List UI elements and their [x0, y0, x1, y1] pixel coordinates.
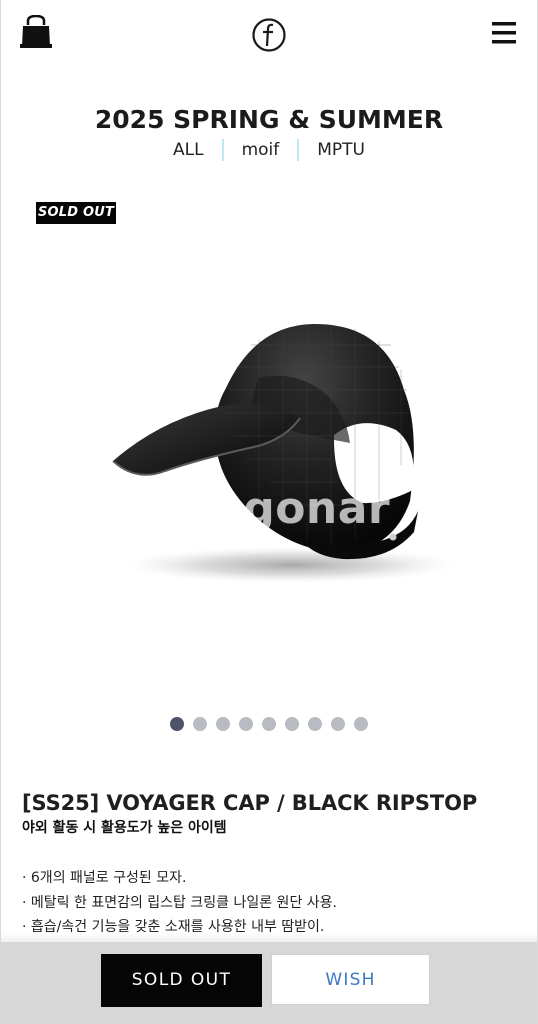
- feature-item-panels: · 6개의 패널로 구성된 모자.: [22, 870, 187, 886]
- cap-shadow: [126, 547, 456, 583]
- image-watermark: agonar: [213, 483, 390, 534]
- tab-mptu[interactable]: MPTU: [299, 136, 383, 164]
- carousel-dot[interactable]: [262, 717, 276, 731]
- shopping-bag-icon: [20, 14, 52, 48]
- sold-out-button[interactable]: SOLD OUT: [101, 954, 262, 1007]
- wish-button[interactable]: WISH: [271, 954, 430, 1005]
- carousel-dot[interactable]: [239, 717, 253, 731]
- hamburger-menu-icon: [492, 22, 516, 44]
- carousel-dot[interactable]: [354, 717, 368, 731]
- product-feature-list: · 6개의 패널로 구성된 모자. · 메탈릭 한 표면감의 립스탑 크링클 나…: [22, 866, 522, 940]
- product-title: [SS25] VOYAGER CAP / BLACK RIPSTOP: [22, 791, 478, 816]
- product-image-black-cap[interactable]: agonar: [81, 285, 481, 615]
- shopping-bag-button[interactable]: [19, 14, 53, 51]
- carousel-dot[interactable]: [216, 717, 230, 731]
- carousel-dot[interactable]: [308, 717, 322, 731]
- collection-title: 2025 SPRING & SUMMER: [94, 104, 444, 134]
- feature-item-fabric: · 메탈릭 한 표면감의 립스탑 크링클 나일론 원단 사용.: [22, 894, 337, 911]
- hamburger-menu-button[interactable]: [491, 21, 517, 45]
- sold-out-badge: SOLD OUT: [36, 202, 116, 224]
- carousel-dot[interactable]: [285, 717, 299, 731]
- bottom-action-bar: SOLD OUT WISH: [1, 942, 537, 1024]
- cap-snap-button: [389, 533, 397, 541]
- carousel-dot[interactable]: [193, 717, 207, 731]
- tab-moif[interactable]: moif: [224, 136, 298, 164]
- product-tagline: 야외 활동 시 활용도가 높은 아이템: [22, 820, 227, 836]
- top-header: [1, 0, 537, 72]
- carousel-dot-active[interactable]: [170, 717, 184, 731]
- category-tabs: ALL moif MPTU: [1, 136, 537, 164]
- carousel-dot[interactable]: [331, 717, 345, 731]
- product-detail-page: 2025 SPRING & SUMMER ALL moif MPTU SOLD …: [0, 0, 538, 1024]
- image-carousel-dots: [1, 716, 537, 732]
- brand-logo[interactable]: [251, 17, 287, 53]
- tab-all[interactable]: ALL: [155, 136, 222, 164]
- f-circle-logo-icon: [252, 18, 286, 52]
